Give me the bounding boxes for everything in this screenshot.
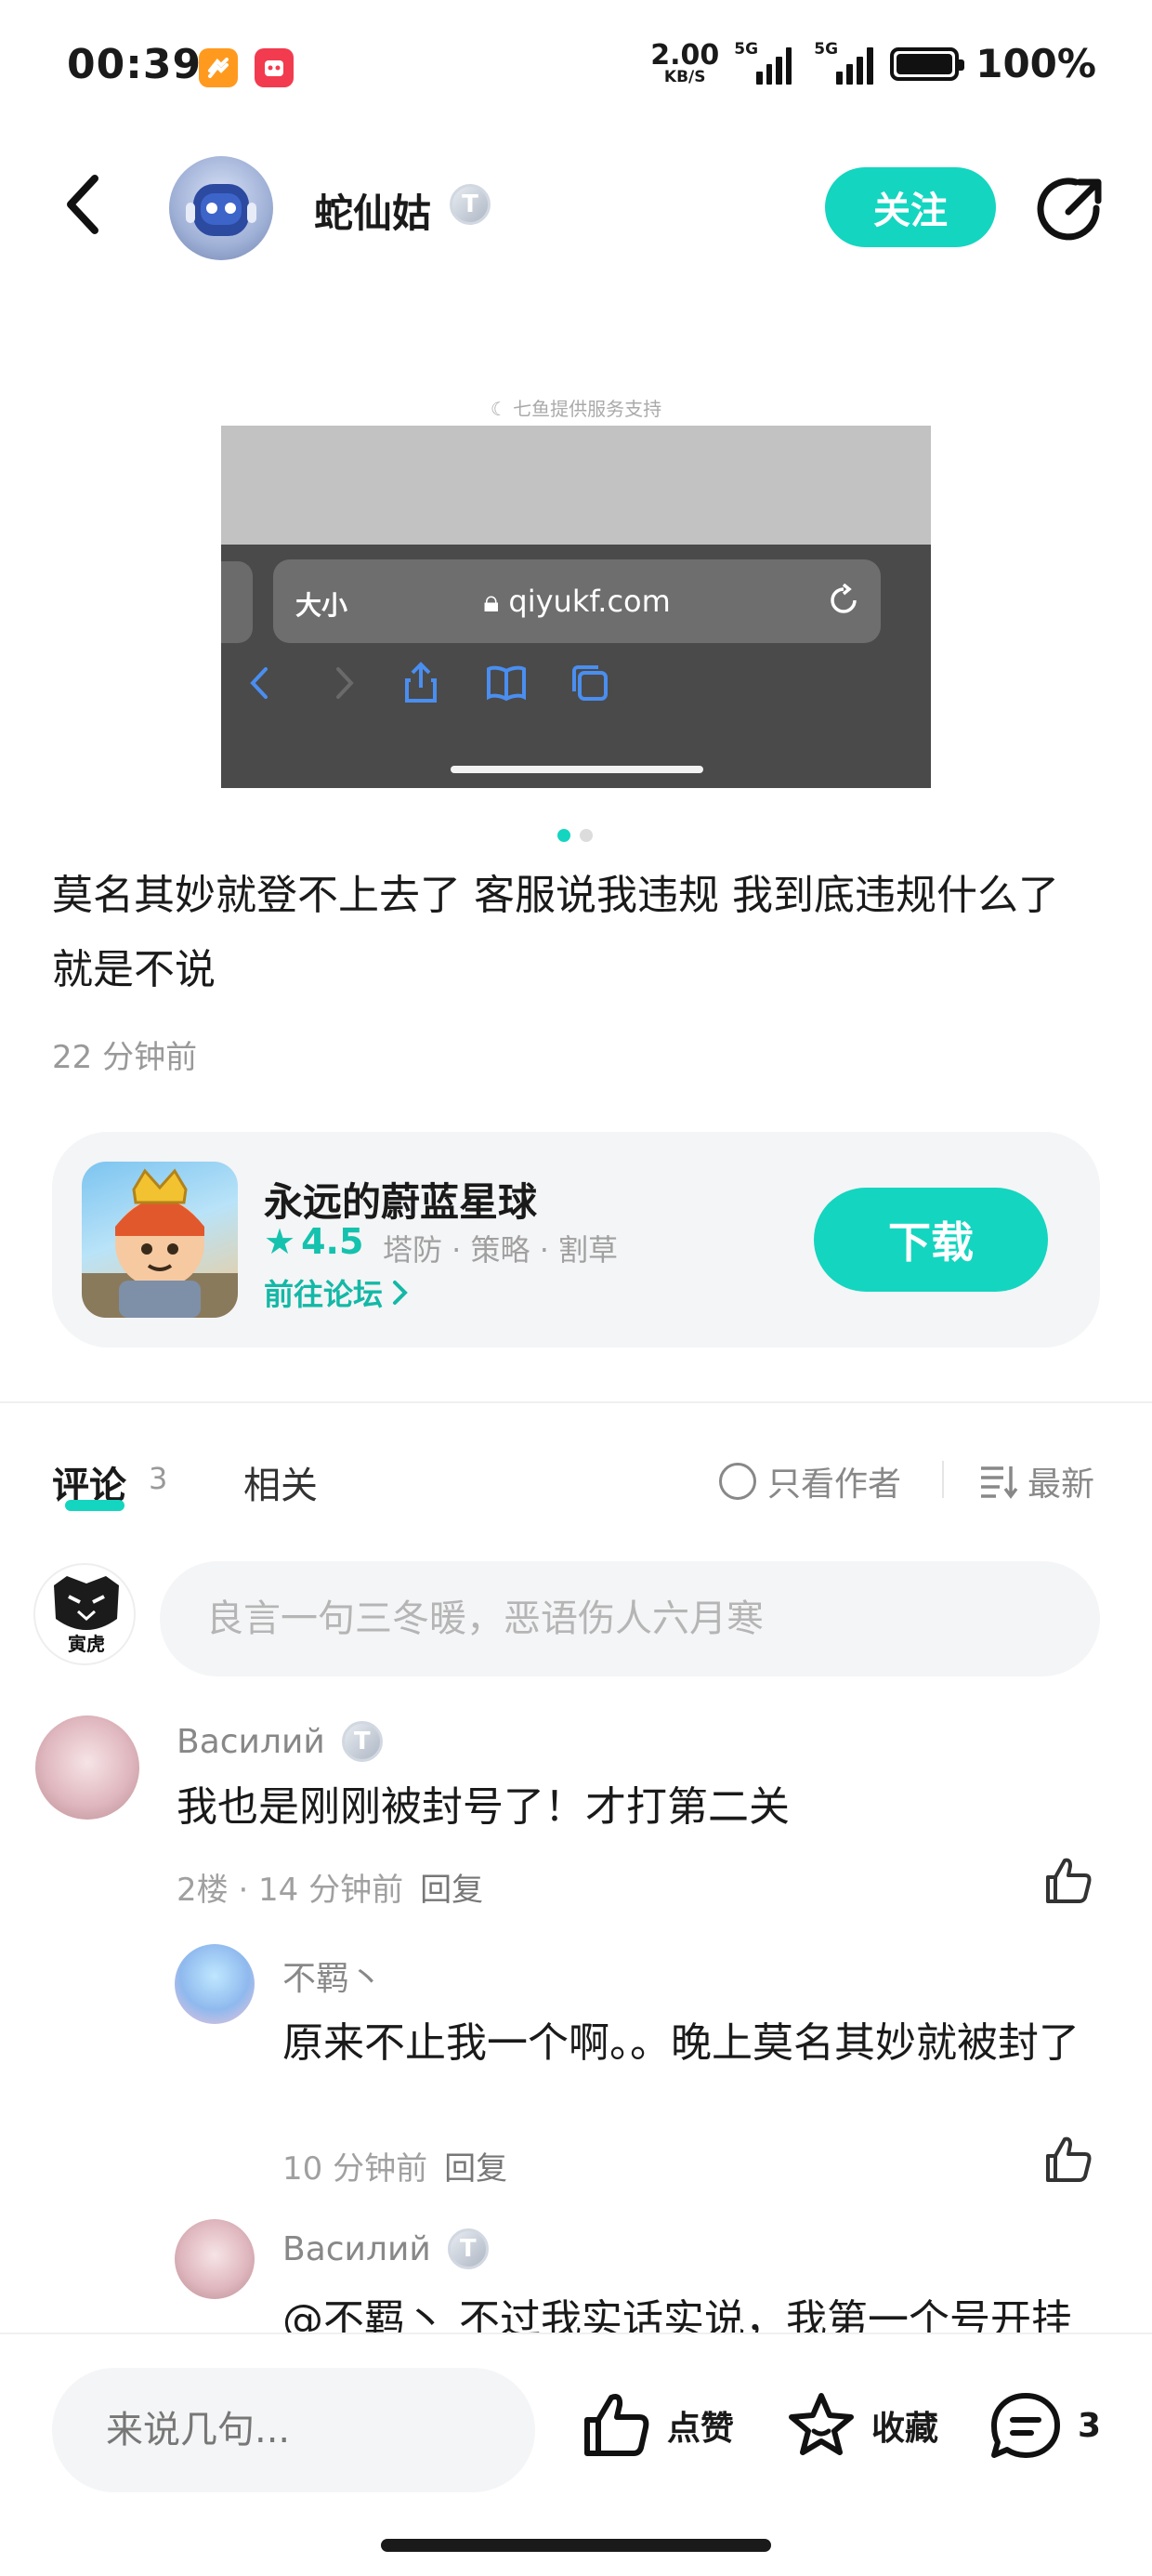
- level-badge: T: [341, 1721, 383, 1762]
- like-icon[interactable]: [1042, 1855, 1094, 1907]
- say-input[interactable]: 来说几句...: [52, 2368, 535, 2492]
- comment-icon: [991, 2393, 1060, 2458]
- post-time: 22 分钟前: [52, 1039, 198, 1076]
- tab-related[interactable]: 相关: [243, 1455, 318, 1509]
- commenter-name[interactable]: Василий T: [177, 1721, 383, 1762]
- signal-icon: 5G: [808, 40, 874, 85]
- reply-meta: 10 分钟前 回复: [282, 2150, 508, 2188]
- like-button[interactable]: 点赞: [582, 2390, 734, 2461]
- like-icon[interactable]: [1042, 2134, 1094, 2186]
- upload-icon: [405, 662, 437, 703]
- reload-icon: [831, 584, 857, 613]
- browser-url-bar: 大小 🔒︎ qiyukf.com: [273, 559, 881, 643]
- pager-dot: [580, 829, 593, 842]
- replier-avatar[interactable]: [175, 2219, 255, 2299]
- reply-text: 原来不止我一个啊。。晚上莫名其妙就被封了: [282, 2019, 1080, 2067]
- reply-button[interactable]: 回复: [444, 2150, 507, 2188]
- image-caption: ☾ 七鱼提供服务支持: [490, 398, 662, 420]
- share-button[interactable]: [1031, 171, 1109, 249]
- app-notification-icon: [199, 48, 238, 87]
- tab-active-indicator: [65, 1500, 124, 1511]
- post-content: 莫名其妙就登不上去了 客服说我违规 我到底违规什么了 就是不说: [52, 872, 1059, 993]
- share-icon: [1037, 177, 1102, 241]
- tabs-icon: [572, 665, 608, 701]
- network-speed: 2.00 KB/S: [650, 39, 720, 86]
- radio-icon: [719, 1463, 756, 1500]
- download-button[interactable]: 下载: [814, 1188, 1048, 1292]
- collect-button[interactable]: 收藏: [786, 2390, 938, 2461]
- chevron-right-icon: [393, 1281, 408, 1305]
- comment-button[interactable]: 3: [988, 2390, 1101, 2461]
- post-image[interactable]: 大小 🔒︎ qiyukf.com: [221, 426, 931, 788]
- chevron-left-icon: [67, 175, 98, 234]
- comment-input[interactable]: 良言一句三冬暖，恶语伤人六月寒: [160, 1561, 1100, 1676]
- lock-icon: 🔒︎: [483, 584, 509, 619]
- game-icon[interactable]: [82, 1162, 238, 1318]
- follow-button[interactable]: 关注: [825, 167, 996, 247]
- moon-icon: ☾: [490, 398, 514, 420]
- forum-link[interactable]: 前往论坛: [264, 1271, 411, 1314]
- replier-name[interactable]: 不羁丶: [282, 1952, 383, 2000]
- battery-percent: 100%: [975, 41, 1096, 86]
- back-button[interactable]: [56, 167, 111, 242]
- home-indicator: [381, 2539, 771, 2552]
- reply-button[interactable]: 回复: [420, 1872, 483, 1909]
- thumbs-up-icon: [584, 2394, 649, 2456]
- replier-name[interactable]: Василий T: [282, 2228, 489, 2269]
- status-indicators: 2.00 KB/S 5G 5G 100%: [650, 39, 1096, 87]
- star-icon: [789, 2393, 854, 2455]
- forward-arrow-icon: [336, 667, 354, 699]
- status-time: 00:39: [67, 41, 203, 88]
- comment-text: 我也是刚刚被封号了！才打第二关: [177, 1783, 790, 1831]
- comment-meta: 2楼 · 14 分钟前 回复: [177, 1872, 484, 1909]
- level-badge: T: [447, 2228, 489, 2269]
- replier-avatar[interactable]: [175, 1944, 255, 2024]
- game-title[interactable]: 永远的蔚蓝星球: [264, 1171, 537, 1228]
- author-only-toggle[interactable]: 只看作者: [719, 1457, 901, 1505]
- sort-icon: [981, 1466, 1018, 1499]
- image-pager: [557, 829, 593, 842]
- battery-icon: [890, 46, 965, 81]
- level-badge: T: [450, 184, 491, 225]
- star-icon: ★: [264, 1221, 296, 1262]
- pager-dot-active: [557, 829, 570, 842]
- author-name[interactable]: 蛇仙姑: [314, 182, 431, 239]
- commenter-avatar[interactable]: [35, 1715, 139, 1820]
- app-notification-icon: [255, 48, 294, 87]
- divider: [0, 1401, 1152, 1403]
- sort-button[interactable]: 最新: [979, 1457, 1094, 1505]
- comments-count: 3: [149, 1461, 168, 1496]
- author-avatar[interactable]: [169, 156, 273, 260]
- my-avatar[interactable]: 寅虎: [33, 1563, 136, 1665]
- signal-icon: 5G: [734, 40, 792, 85]
- game-tags: 塔防 · 策略 · 割草: [383, 1232, 619, 1268]
- book-icon: [487, 665, 526, 702]
- back-arrow-icon: [250, 667, 268, 699]
- game-rating: ★ 4.5: [264, 1221, 364, 1262]
- divider: [942, 1461, 944, 1498]
- svg-text:寅虎: 寅虎: [68, 1633, 105, 1655]
